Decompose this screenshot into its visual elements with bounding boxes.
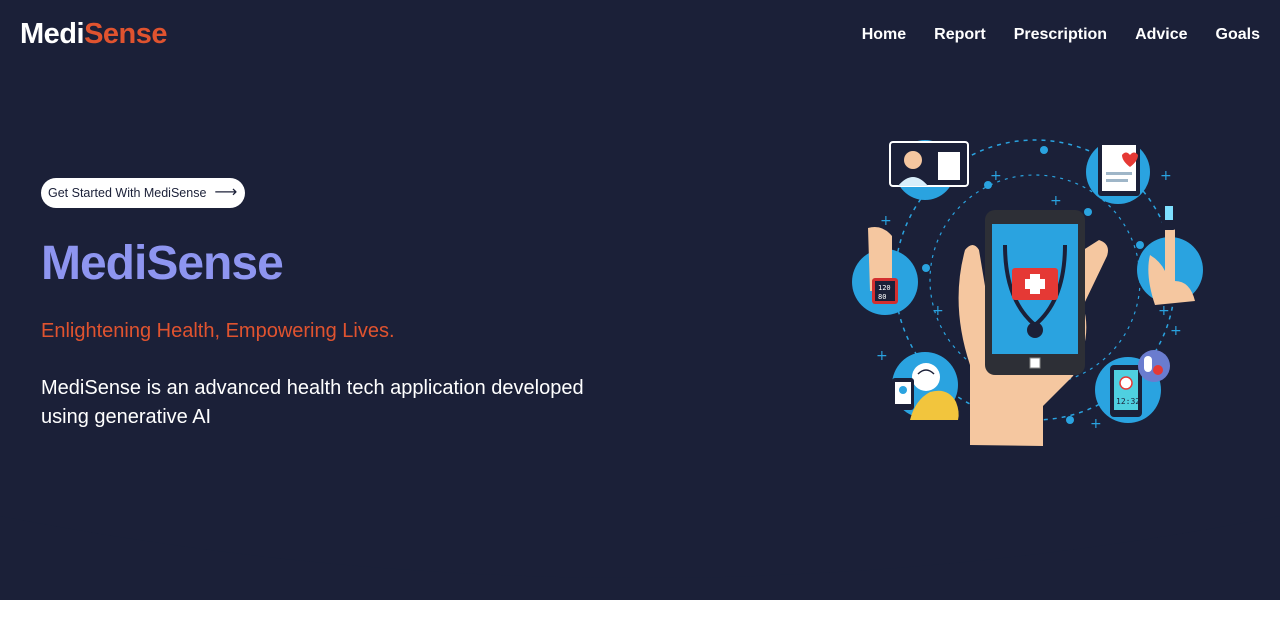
brand-logo[interactable]: MediSense (20, 18, 168, 51)
watch-readout-top: 120 (878, 284, 891, 292)
svg-text:+: + (1090, 416, 1102, 432)
smartphone-first-aid-icon (958, 210, 1108, 446)
hero-tagline: Enlightening Health, Empowering Lives. (41, 320, 395, 342)
nav-home[interactable]: Home (862, 26, 906, 44)
get-started-button[interactable]: Get Started With MediSense ⟶ (41, 178, 246, 208)
svg-text:+: + (1170, 323, 1182, 339)
svg-text:+: + (876, 348, 888, 364)
doctor-icon (889, 140, 969, 200)
svg-text:+: + (990, 168, 1002, 184)
nav-report[interactable]: Report (934, 26, 986, 44)
brain-icon (892, 352, 959, 420)
hero-curve (0, 500, 1280, 578)
svg-text:+: + (1160, 168, 1172, 184)
brand-logo-part2: Sense (84, 18, 168, 50)
smartwatch-icon: 120 80 (852, 227, 918, 315)
main-nav: Home Report Prescription Advice Goals (862, 26, 1260, 44)
nav-goals[interactable]: Goals (1216, 26, 1260, 44)
hero-description: MediSense is an advanced health tech app… (41, 377, 584, 428)
svg-text:+: + (932, 303, 944, 319)
pill-reminder-icon: 12:32 (1095, 350, 1170, 423)
nav-prescription[interactable]: Prescription (1014, 26, 1107, 44)
svg-text:+: + (880, 213, 892, 229)
brand-logo-part1: Medi (20, 18, 85, 50)
arrow-right-icon: ⟶ (214, 184, 238, 201)
health-report-icon (1086, 140, 1150, 204)
svg-text:+: + (1158, 303, 1170, 319)
phone-clock: 12:32 (1116, 397, 1140, 406)
watch-readout-bottom: 80 (878, 293, 886, 301)
svg-text:+: + (1050, 193, 1062, 209)
hero-title: MediSense (41, 237, 284, 290)
pulse-oximeter-icon (1137, 200, 1203, 305)
get-started-label: Get Started With MediSense (48, 186, 207, 200)
health-tech-illustration: +++ +++ +++ 120 80 12:32 (852, 139, 1203, 446)
nav-advice[interactable]: Advice (1135, 26, 1187, 44)
